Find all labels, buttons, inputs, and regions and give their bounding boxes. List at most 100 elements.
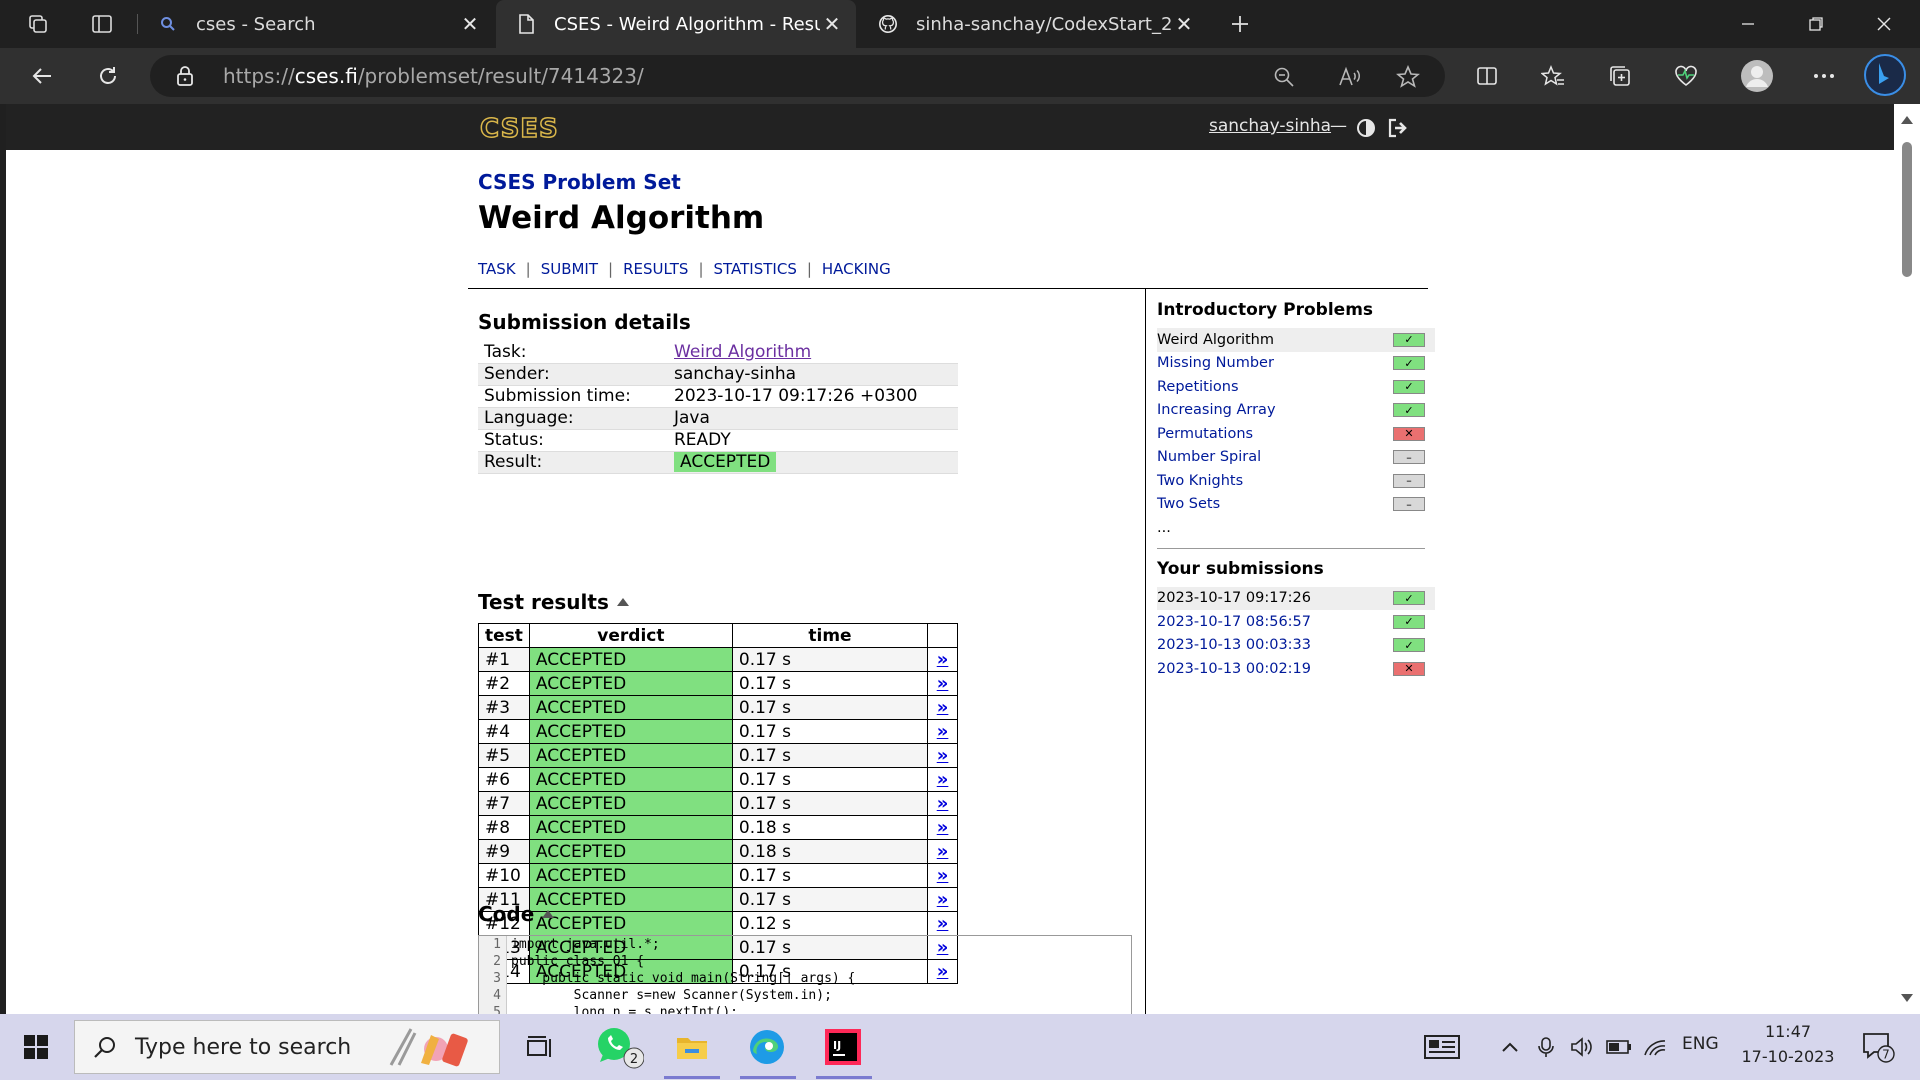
nav-submit[interactable]: SUBMIT (541, 260, 598, 278)
split-screen-icon[interactable] (1467, 58, 1507, 94)
test-details-link[interactable]: » (927, 743, 958, 768)
browser-essentials-icon[interactable] (1666, 58, 1706, 94)
show-hidden-icons[interactable] (1496, 1022, 1524, 1072)
test-details-link[interactable]: » (927, 695, 958, 720)
notifications-icon[interactable]: 7 (1854, 1022, 1902, 1072)
address-bar[interactable]: https://cses.fi/problemset/result/741432… (150, 55, 1445, 97)
more-menu-icon[interactable] (1804, 58, 1844, 94)
problem-item[interactable]: Repetitions ✓ (1157, 375, 1435, 399)
browser-tab-bar: cses - Search ✕ CSES - Weird Algorithm -… (0, 0, 1920, 48)
clock[interactable]: 11:47 17-10-2023 (1736, 1022, 1840, 1066)
url-text[interactable]: https://cses.fi/problemset/result/741432… (223, 64, 644, 88)
problem-link[interactable]: Increasing Array (1157, 402, 1276, 418)
problem-link[interactable]: Number Spiral (1157, 449, 1261, 465)
battery-icon[interactable] (1604, 1022, 1634, 1072)
test-details-link[interactable]: » (927, 887, 958, 912)
nav-hacking[interactable]: HACKING (822, 260, 891, 278)
logout-icon[interactable] (1387, 118, 1407, 138)
nav-statistics[interactable]: STATISTICS (714, 260, 797, 278)
problem-item[interactable]: Weird Algorithm ✓ (1157, 328, 1435, 352)
task-link[interactable]: Weird Algorithm (674, 342, 811, 362)
read-aloud-icon[interactable] (1336, 64, 1364, 90)
file-explorer-icon[interactable] (668, 1022, 716, 1072)
lock-icon[interactable] (176, 66, 194, 90)
volume-icon[interactable] (1568, 1022, 1596, 1072)
test-details-link[interactable]: » (927, 863, 958, 888)
cses-logo[interactable]: CSES (478, 113, 570, 145)
intellij-idea-icon[interactable]: IJ (818, 1022, 868, 1072)
zoom-out-icon[interactable] (1270, 64, 1298, 90)
windows-start-icon[interactable] (14, 1022, 58, 1072)
tab-search[interactable]: cses - Search ✕ (138, 0, 494, 48)
test-details-link[interactable]: » (927, 815, 958, 840)
microphone-icon[interactable] (1532, 1022, 1560, 1072)
problem-item[interactable]: Permutations ✕ (1157, 422, 1435, 446)
test-details-link[interactable]: » (927, 719, 958, 744)
close-icon[interactable]: ✕ (820, 12, 844, 36)
test-details-link[interactable]: » (927, 767, 958, 792)
back-icon[interactable] (22, 58, 62, 94)
vertical-tabs-icon[interactable] (82, 8, 122, 40)
problem-item[interactable]: Two Sets – (1157, 493, 1435, 517)
test-results-heading[interactable]: Test results (478, 590, 629, 614)
submission-link[interactable]: 2023-10-13 00:02:19 (1157, 661, 1311, 677)
bing-copilot-icon[interactable] (1862, 52, 1908, 98)
task-view-icon[interactable] (518, 1022, 562, 1072)
test-details-link[interactable]: » (927, 791, 958, 816)
submission-item[interactable]: 2023-10-17 08:56:57 ✓ (1157, 610, 1435, 634)
collapse-arrow-icon[interactable] (542, 910, 555, 918)
problem-link[interactable]: Two Sets (1157, 496, 1220, 512)
refresh-icon[interactable] (88, 58, 128, 94)
collapse-arrow-icon[interactable] (616, 598, 629, 606)
news-widget-icon[interactable] (1420, 1022, 1464, 1072)
test-details-link[interactable]: » (927, 839, 958, 864)
test-details-link[interactable]: » (927, 671, 958, 696)
test-time: 0.17 s (731, 719, 929, 744)
whatsapp-icon[interactable]: 2 (592, 1022, 646, 1072)
submission-link[interactable]: 2023-10-13 00:03:33 (1157, 637, 1311, 653)
wifi-icon[interactable] (1640, 1022, 1670, 1072)
username-link[interactable]: sanchay-sinha (1209, 116, 1331, 136)
minimize-icon[interactable] (1714, 0, 1782, 48)
test-details-link[interactable]: » (927, 911, 958, 936)
problem-link[interactable]: Permutations (1157, 426, 1253, 442)
submission-item[interactable]: 2023-10-13 00:02:19 ✕ (1157, 657, 1435, 681)
submission-link[interactable]: 2023-10-17 08:56:57 (1157, 614, 1311, 630)
restore-icon[interactable] (1782, 0, 1850, 48)
breadcrumb[interactable]: CSES Problem Set (478, 170, 681, 194)
submission-link[interactable]: 2023-10-17 09:17:26 (1157, 590, 1311, 606)
collections-icon[interactable] (1600, 58, 1640, 94)
dark-mode-toggle-icon[interactable] (1356, 118, 1376, 138)
nav-task[interactable]: TASK (478, 260, 516, 278)
problem-link[interactable]: Two Knights (1157, 473, 1243, 489)
test-details-link[interactable]: » (927, 647, 958, 672)
problem-item[interactable]: Two Knights – (1157, 469, 1435, 493)
tab-cses-results[interactable]: CSES - Weird Algorithm - Results ✕ (496, 0, 856, 48)
code-viewer[interactable]: 1 2 3 4 5 import java.util.*; public class Q1… (478, 935, 1132, 1014)
submission-item[interactable]: 2023-10-17 09:17:26 ✓ (1157, 586, 1435, 610)
close-icon[interactable]: ✕ (458, 12, 482, 36)
vertical-scrollbar[interactable] (1894, 104, 1920, 1014)
favorite-star-icon[interactable] (1394, 64, 1422, 90)
window-close-icon[interactable] (1850, 0, 1918, 48)
input-language[interactable]: ENG (1682, 1034, 1719, 1054)
taskbar-search-box[interactable]: Type here to search (74, 1020, 500, 1074)
scrollbar-thumb[interactable] (1902, 142, 1912, 277)
problem-link[interactable]: Repetitions (1157, 379, 1239, 395)
problem-link[interactable]: Weird Algorithm (1157, 332, 1274, 348)
favorites-icon[interactable] (1533, 58, 1573, 94)
edge-browser-icon[interactable] (742, 1022, 792, 1072)
submission-item[interactable]: 2023-10-13 00:03:33 ✓ (1157, 634, 1435, 658)
problem-item[interactable]: Number Spiral – (1157, 446, 1435, 470)
problem-item[interactable]: Increasing Array ✓ (1157, 399, 1435, 423)
problem-link[interactable]: Missing Number (1157, 355, 1274, 371)
close-icon[interactable]: ✕ (1172, 12, 1196, 36)
more-problems[interactable]: ... (1157, 516, 1435, 540)
profile-avatar[interactable] (1734, 58, 1780, 94)
new-tab-icon[interactable] (1220, 8, 1260, 40)
workspaces-icon[interactable] (18, 8, 58, 40)
problem-item[interactable]: Missing Number ✓ (1157, 352, 1435, 376)
tab-github[interactable]: sinha-sanchay/CodexStart_22410 ✕ (858, 0, 1208, 48)
code-heading[interactable]: Code (478, 902, 555, 926)
nav-results[interactable]: RESULTS (623, 260, 688, 278)
